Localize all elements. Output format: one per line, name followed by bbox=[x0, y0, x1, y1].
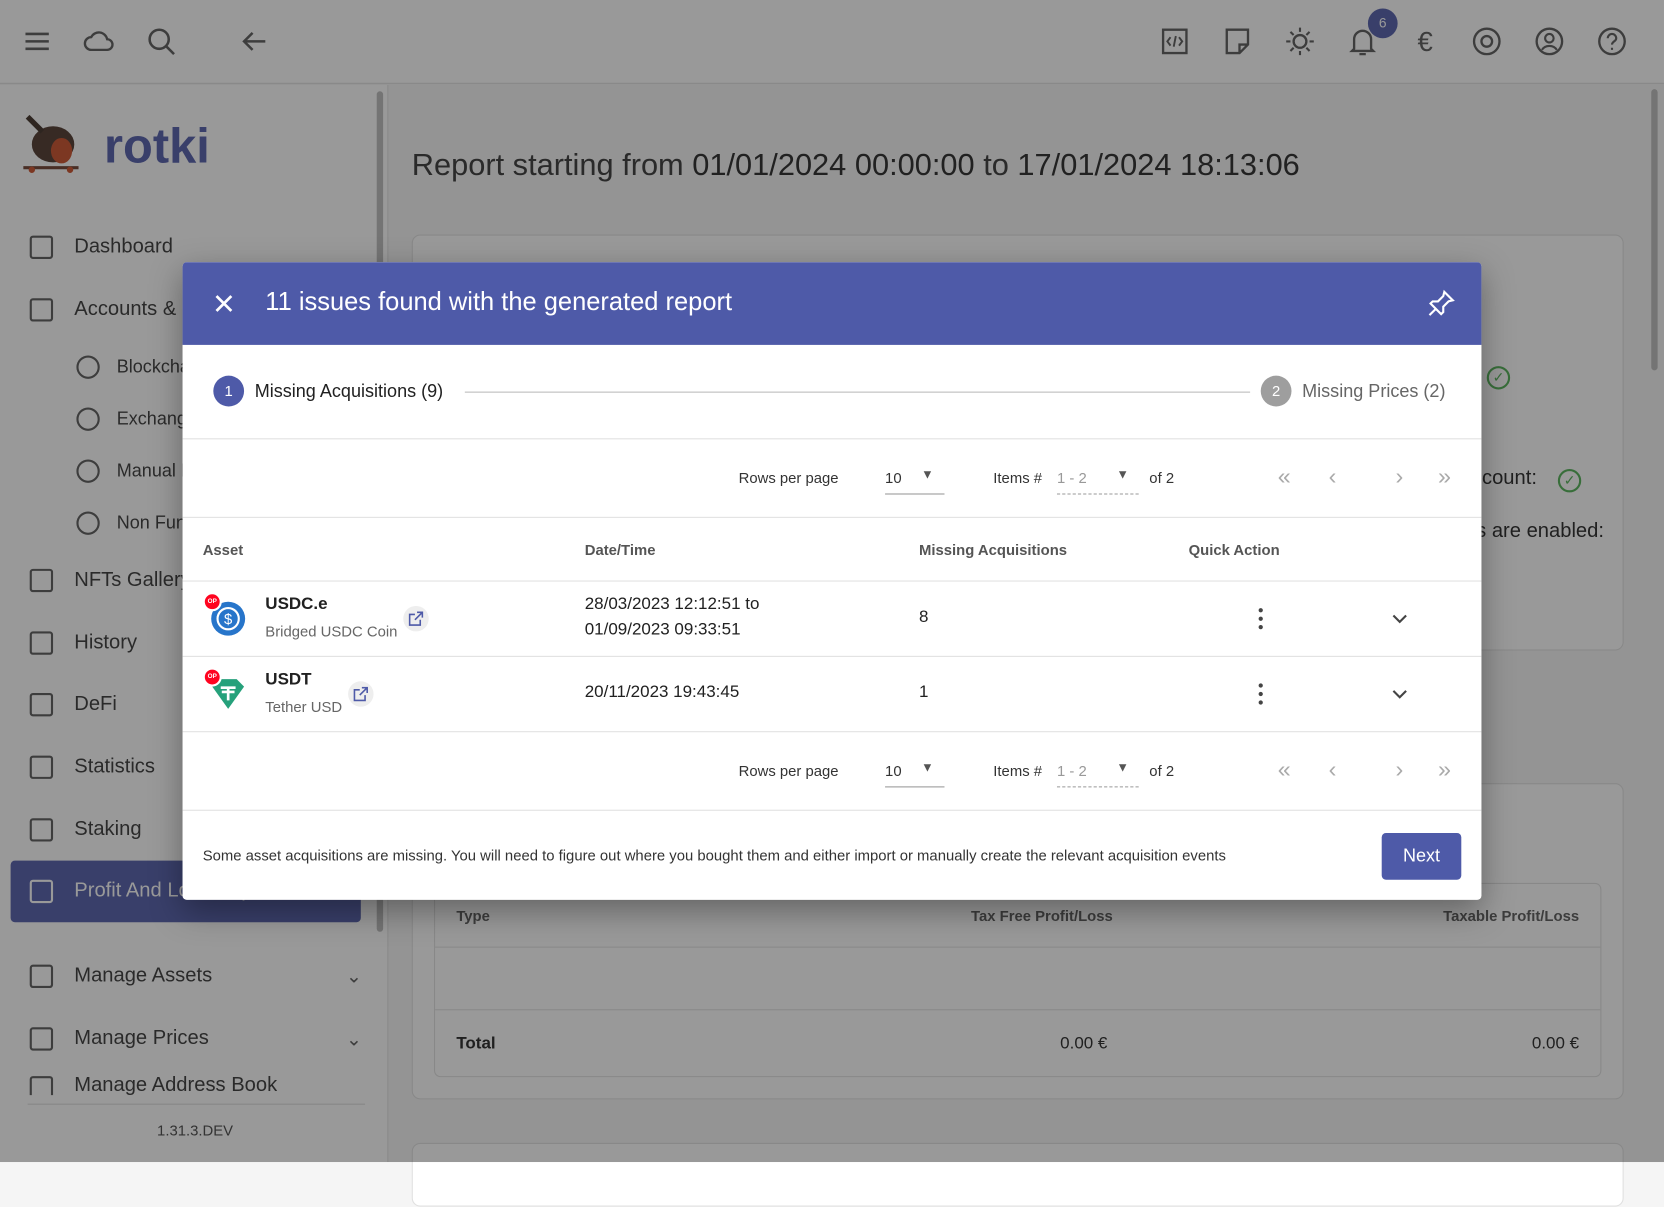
dialog-header: 11 issues found with the generated repor… bbox=[182, 262, 1482, 345]
missing-count: 1 bbox=[919, 683, 929, 702]
rows-per-page-select[interactable]: 10 ▼ bbox=[885, 756, 945, 788]
asset-name: Bridged USDC Coin bbox=[265, 622, 398, 640]
more-vertical-icon[interactable] bbox=[1250, 607, 1271, 630]
step-number[interactable]: 2 bbox=[1260, 375, 1292, 407]
items-label: Items # bbox=[993, 469, 1043, 487]
table-header: Asset Date/Time Missing Acquisitions Qui… bbox=[182, 518, 1482, 582]
close-icon[interactable] bbox=[210, 290, 238, 318]
dialog-title: 11 issues found with the generated repor… bbox=[265, 287, 733, 317]
total-pages: of 2 bbox=[1149, 469, 1175, 487]
external-link-icon[interactable] bbox=[403, 605, 429, 632]
next-button[interactable]: Next bbox=[1381, 833, 1462, 880]
rows-per-page-label: Rows per page bbox=[738, 761, 839, 779]
last-page-icon[interactable]: » bbox=[1438, 463, 1451, 491]
next-page-icon[interactable]: › bbox=[1396, 463, 1404, 491]
column-header[interactable]: Missing Acquisitions bbox=[919, 541, 1067, 558]
first-page-icon[interactable]: « bbox=[1278, 463, 1291, 491]
expand-chevron-icon[interactable] bbox=[1389, 687, 1410, 702]
previous-page-icon[interactable]: ‹ bbox=[1329, 463, 1337, 491]
asset-name: Tether USD bbox=[265, 698, 343, 716]
missing-count: 8 bbox=[919, 608, 929, 627]
date-range: 28/03/2023 12:12:51 to 01/09/2023 09:33:5… bbox=[584, 595, 760, 639]
optimism-chain-badge: OP bbox=[202, 667, 222, 687]
table-row: $ OP USDC.e Bridged USDC Coin 28/03/2023… bbox=[182, 582, 1482, 657]
date-range: 20/11/2023 19:43:45 bbox=[584, 683, 740, 702]
rows-per-page-select[interactable]: 10 ▼ bbox=[885, 463, 945, 495]
column-header: Quick Action bbox=[1188, 541, 1280, 559]
last-page-icon[interactable]: » bbox=[1438, 756, 1451, 784]
issues-dialog: 11 issues found with the generated repor… bbox=[182, 262, 1482, 900]
total-pages: of 2 bbox=[1149, 761, 1175, 779]
items-range-select[interactable]: 1 - 2 ▼ bbox=[1056, 756, 1139, 788]
pin-icon[interactable] bbox=[1426, 289, 1456, 319]
pagination-bottom: Rows per page 10 ▼ Items # 1 - 2 ▼ of 2 « … bbox=[182, 732, 1482, 811]
step-label[interactable]: Missing Acquisitions (9) bbox=[255, 381, 443, 402]
dropdown-arrow-icon: ▼ bbox=[921, 759, 934, 775]
svg-text:$: $ bbox=[224, 612, 233, 628]
more-vertical-icon[interactable] bbox=[1250, 682, 1271, 705]
step-connector bbox=[464, 391, 1251, 393]
asset-symbol: USDT bbox=[265, 670, 312, 689]
first-page-icon[interactable]: « bbox=[1278, 756, 1291, 784]
rows-per-page-label: Rows per page bbox=[738, 469, 839, 487]
items-range-select[interactable]: 1 - 2 ▼ bbox=[1056, 463, 1139, 495]
items-label: Items # bbox=[993, 761, 1043, 779]
optimism-chain-badge: OP bbox=[202, 592, 222, 612]
dialog-footer: Some asset acquisitions are missing. You… bbox=[183, 811, 1482, 900]
step-number[interactable]: 1 bbox=[213, 375, 245, 407]
footer-message: Some asset acquisitions are missing. You… bbox=[202, 846, 1226, 864]
table-row: OP USDT Tether USD 20/11/2023 19:43:45 1 bbox=[182, 657, 1482, 733]
previous-page-icon[interactable]: ‹ bbox=[1329, 756, 1337, 784]
dropdown-arrow-icon: ▼ bbox=[1116, 759, 1130, 775]
step-label[interactable]: Missing Prices (2) bbox=[1302, 381, 1445, 402]
stepper: 1 Missing Acquisitions (9) 2 Missing Pri… bbox=[182, 345, 1482, 440]
dropdown-arrow-icon: ▼ bbox=[1116, 466, 1130, 482]
dropdown-arrow-icon: ▼ bbox=[921, 466, 934, 482]
pagination-top: Rows per page 10 ▼ Items # 1 - 2 ▼ of 2 « … bbox=[182, 439, 1482, 518]
column-header[interactable]: Date/Time bbox=[585, 541, 656, 558]
external-link-icon[interactable] bbox=[348, 681, 374, 707]
next-page-icon[interactable]: › bbox=[1396, 756, 1404, 784]
expand-chevron-icon[interactable] bbox=[1389, 611, 1410, 626]
asset-symbol: USDC.e bbox=[265, 595, 328, 614]
column-header[interactable]: Asset bbox=[203, 541, 243, 558]
